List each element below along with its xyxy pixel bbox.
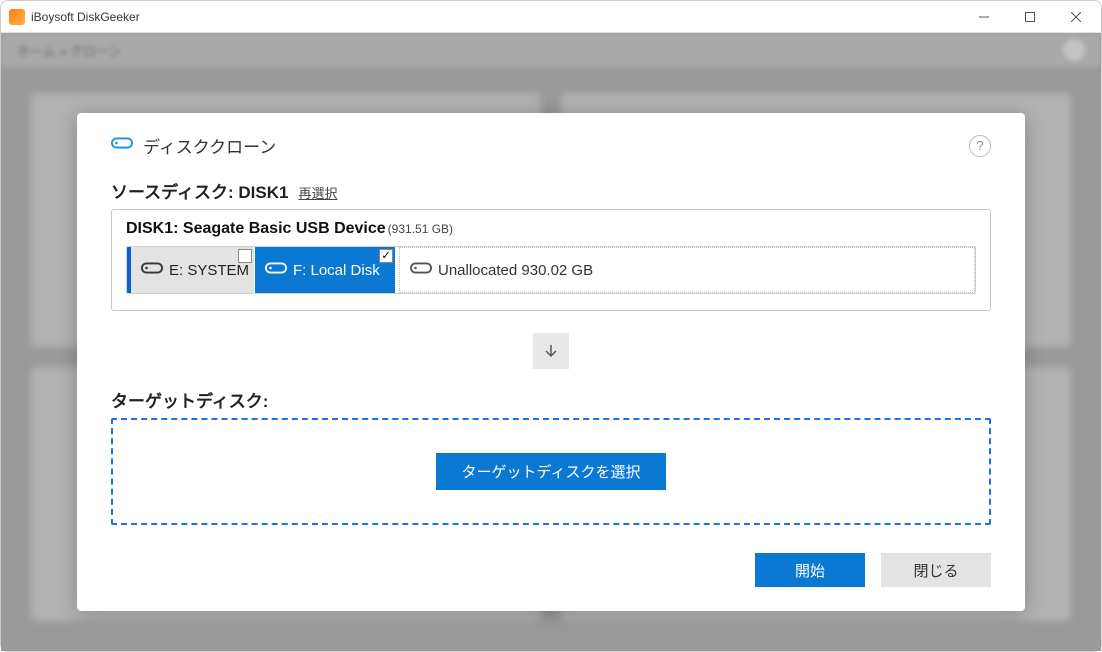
close-button[interactable] [1053, 1, 1099, 33]
disk-icon [265, 260, 287, 281]
window-title: iBoysoft DiskGeeker [31, 10, 140, 24]
partition-e-system[interactable]: E: SYSTEM [127, 247, 255, 293]
target-disk-label: ターゲットディスク: [111, 387, 991, 412]
app-icon [9, 9, 25, 25]
partition-label: F: Local Disk [293, 262, 380, 279]
source-disk-title: DISK1: Seagate Basic USB Device [126, 220, 386, 238]
partition-label: E: SYSTEM [169, 262, 249, 279]
partition-bar: E: SYSTEM F: Local Disk [126, 246, 976, 294]
breadcrumb: ホーム » クローン [1, 33, 1101, 67]
partition-checkbox[interactable] [238, 249, 252, 263]
disk-icon [111, 135, 133, 156]
modal-title: ディスククローン [143, 133, 276, 158]
help-icon: ? [976, 138, 983, 153]
app-window: iBoysoft DiskGeeker ホーム » クローン ディ [0, 0, 1102, 652]
select-target-button[interactable]: ターゲットディスクを選択 [436, 453, 667, 490]
partition-f-local-disk[interactable]: F: Local Disk [255, 247, 395, 293]
modal-footer: 開始 閉じる [111, 525, 991, 587]
minimize-button[interactable] [961, 1, 1007, 33]
backdrop: ホーム » クローン ディスククローン ? ソースディスク: DISK1 再選択 [1, 33, 1101, 651]
disk-icon [410, 260, 432, 281]
partition-checkbox[interactable] [379, 249, 393, 263]
disk-clone-modal: ディスククローン ? ソースディスク: DISK1 再選択 DISK1: Sea… [77, 113, 1025, 611]
reselect-link[interactable]: 再選択 [298, 183, 337, 202]
titlebar: iBoysoft DiskGeeker [1, 1, 1101, 33]
close-modal-button[interactable]: 閉じる [881, 553, 991, 587]
disk-icon [141, 260, 163, 281]
target-disk-box: ターゲットディスクを選択 [111, 418, 991, 525]
help-button[interactable]: ? [969, 135, 991, 157]
arrow-down-icon [533, 333, 569, 369]
partition-unallocated[interactable]: Unallocated 930.02 GB [399, 247, 975, 293]
maximize-button[interactable] [1007, 1, 1053, 33]
partition-label: Unallocated 930.02 GB [438, 262, 593, 279]
modal-header: ディスククローン ? [111, 133, 991, 158]
source-disk-size: (931.51 GB) [388, 222, 453, 236]
window-controls [961, 1, 1099, 33]
source-disk-box: DISK1: Seagate Basic USB Device (931.51 … [111, 209, 991, 311]
source-disk-label: ソースディスク: DISK1 再選択 [111, 178, 991, 203]
start-button[interactable]: 開始 [755, 553, 865, 587]
